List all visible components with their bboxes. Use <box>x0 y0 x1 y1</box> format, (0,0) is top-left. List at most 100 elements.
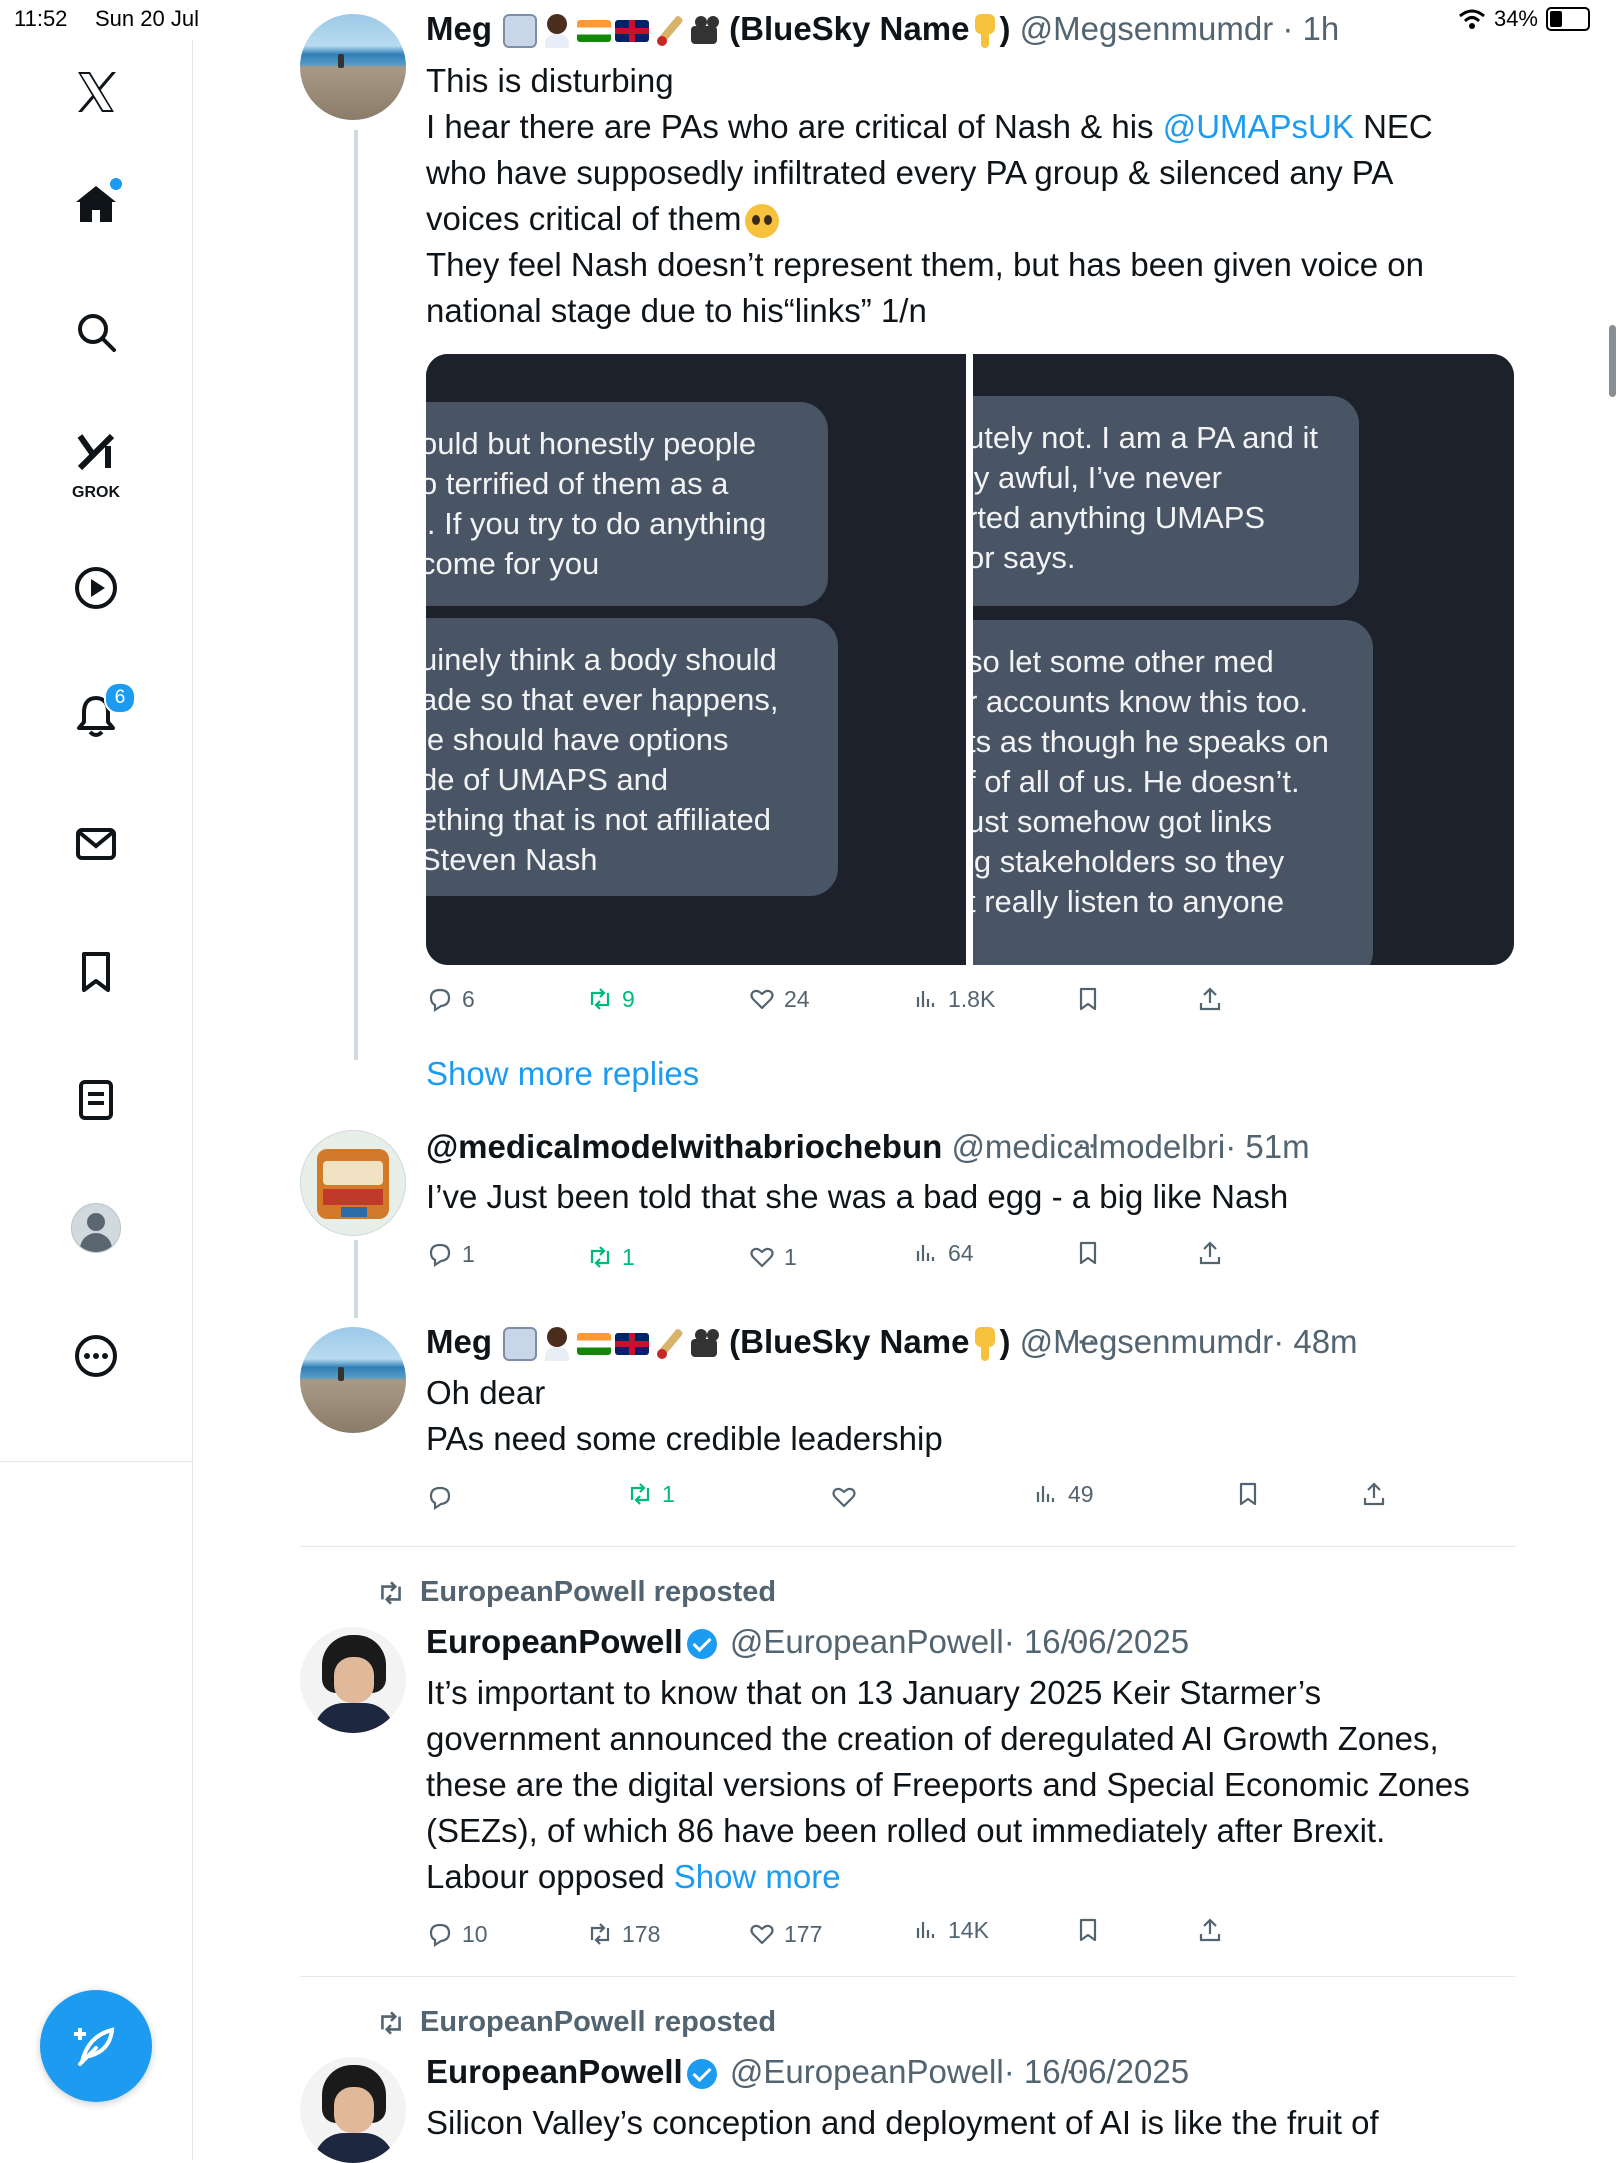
display-name-suffix: (BlueSky Name <box>729 1323 970 1360</box>
bookmark-icon <box>82 952 110 992</box>
compose-button[interactable] <box>40 1990 152 2102</box>
text-line: (SEZs), of which 86 have been rolled out… <box>426 1812 1386 1849</box>
like-button[interactable]: 1 <box>748 1243 797 1271</box>
text-line: these are the digital versions of Freepo… <box>426 1766 1470 1803</box>
sidebar-item-home[interactable] <box>64 172 128 236</box>
sidebar-item-bookmarks[interactable] <box>64 940 128 1004</box>
avatar[interactable] <box>300 1130 406 1236</box>
sidebar-item-grok[interactable]: GROK <box>64 420 128 501</box>
image-left[interactable]: ould but honestly people o terrified of … <box>426 354 966 965</box>
bookmark-button[interactable] <box>1074 985 1102 1013</box>
text-line: national stage due to his“links” 1/n <box>426 292 927 329</box>
reply-button[interactable]: 10 <box>426 1920 488 1948</box>
display-name[interactable]: EuropeanPowell <box>426 2053 683 2090</box>
views-button[interactable]: 49 <box>1032 1480 1094 1508</box>
display-name[interactable]: @medicalmodelwithabriochebun <box>426 1128 942 1165</box>
handle[interactable]: @Megsenmumdr <box>1020 10 1274 47</box>
sidebar-item-more[interactable] <box>64 1324 128 1388</box>
more-options-icon[interactable]: ··· <box>1065 1624 1098 1658</box>
sidebar-item-search[interactable] <box>64 300 128 364</box>
avatar[interactable] <box>300 2057 406 2163</box>
avatar[interactable] <box>300 14 406 120</box>
battery-percent: 34% <box>1493 6 1538 31</box>
emoji-icon <box>541 1327 573 1362</box>
share-icon <box>1363 1482 1385 1506</box>
display-name[interactable]: EuropeanPowell <box>426 1623 683 1660</box>
share-icon <box>1199 987 1221 1011</box>
image-divider <box>966 354 973 965</box>
battery-icon <box>1546 7 1590 31</box>
bookmark-button[interactable] <box>1074 1239 1102 1267</box>
handle[interactable]: @EuropeanPowell <box>730 2053 1004 2090</box>
tweet-text: It’s important to know that on 13 Januar… <box>426 1670 1470 1900</box>
notification-badge: 6 <box>104 682 136 714</box>
repost-button[interactable]: 9 <box>586 985 635 1013</box>
repost-label[interactable]: EuropeanPowell reposted <box>420 1576 776 1609</box>
share-icon <box>1199 1241 1221 1265</box>
timestamp[interactable]: · 51m <box>1225 1128 1309 1165</box>
bookmark-button[interactable] <box>1074 1916 1102 1944</box>
avatar[interactable] <box>300 1627 406 1733</box>
views-icon <box>916 991 935 1007</box>
views-button[interactable]: 64 <box>912 1239 974 1267</box>
avatar[interactable] <box>300 1327 406 1433</box>
views-button[interactable]: 1.8K <box>912 985 995 1013</box>
tweet-header: Meg (BlueSky Name) @Megsenmumdr· 48m <box>426 1322 1358 1362</box>
text-line: government announced the creation of der… <box>426 1720 1439 1757</box>
show-more-replies-link[interactable]: Show more replies <box>426 1055 699 1093</box>
like-button[interactable]: 177 <box>748 1920 822 1948</box>
show-more-link[interactable]: Show more <box>674 1858 841 1895</box>
sidebar-item-profile[interactable] <box>64 1196 128 1260</box>
sidebar-item-messages[interactable] <box>64 812 128 876</box>
display-name-suffix: (BlueSky Name <box>729 10 970 47</box>
repost-button[interactable]: 1 <box>586 1243 635 1271</box>
like-button[interactable]: 24 <box>748 985 810 1013</box>
bookmark-icon <box>1079 1241 1097 1265</box>
reply-button[interactable]: 6 <box>426 985 475 1013</box>
tweet-text: Oh dear PAs need some credible leadershi… <box>426 1370 943 1462</box>
verified-badge-icon <box>686 2059 717 2090</box>
sidebar-item-lists[interactable] <box>64 1068 128 1132</box>
tweet-image[interactable]: ould but honestly people o terrified of … <box>426 354 1514 965</box>
bookmark-button[interactable] <box>1234 1480 1262 1508</box>
repost-button[interactable]: 1 <box>626 1480 675 1508</box>
timestamp[interactable]: · 48m <box>1273 1323 1357 1360</box>
timestamp[interactable]: · 1h <box>1282 10 1339 47</box>
tweet-divider <box>300 1546 1515 1547</box>
like-button[interactable] <box>830 1483 866 1511</box>
cricket-icon <box>653 14 687 48</box>
display-name[interactable]: Meg <box>426 1323 492 1360</box>
more-options-icon[interactable]: ··· <box>1065 1324 1098 1358</box>
scrollbar-thumb[interactable] <box>1609 325 1616 397</box>
reply-button[interactable]: 1 <box>426 1240 475 1268</box>
display-name[interactable]: Meg <box>426 10 492 47</box>
repost-icon <box>381 1580 401 1605</box>
sidebar-item-videos[interactable] <box>64 556 128 620</box>
repost-label[interactable]: EuropeanPowell reposted <box>420 2006 776 2039</box>
heart-icon <box>750 1247 774 1268</box>
x-logo-icon[interactable] <box>64 60 128 124</box>
text-line: This is disturbing <box>426 62 674 99</box>
share-button[interactable] <box>1196 1916 1224 1944</box>
share-button[interactable] <box>1196 985 1224 1013</box>
share-button[interactable] <box>1360 1480 1388 1508</box>
uk-flag-icon <box>615 20 650 43</box>
unread-dot <box>110 178 122 190</box>
tweet-header: Meg (BlueSky Name) @Megsenmumdr · 1h <box>426 9 1339 49</box>
text-line: It’s important to know that on 13 Januar… <box>426 1674 1322 1711</box>
display-name-close: ) <box>999 10 1011 47</box>
views-button[interactable]: 14K <box>912 1916 989 1944</box>
handle[interactable]: @EuropeanPowell <box>730 1623 1004 1660</box>
share-button[interactable] <box>1196 1239 1224 1267</box>
more-options-icon[interactable]: ··· <box>1065 1128 1098 1162</box>
image-right[interactable]: utely not. I am a PA and it ly awful, I’… <box>973 354 1514 965</box>
handle[interactable]: @Megsenmumdr <box>1020 1323 1274 1360</box>
mention-link[interactable]: @UMAPsUK <box>1163 108 1354 145</box>
more-options-icon[interactable]: ··· <box>1065 2054 1098 2088</box>
reply-button[interactable] <box>426 1483 462 1511</box>
play-icon <box>75 567 117 609</box>
like-count: 177 <box>784 1920 823 1947</box>
repost-button[interactable]: 178 <box>586 1920 660 1948</box>
text-line: They feel Nash doesn’t represent them, b… <box>426 246 1424 283</box>
sidebar-item-notifications[interactable]: 6 <box>64 682 136 748</box>
